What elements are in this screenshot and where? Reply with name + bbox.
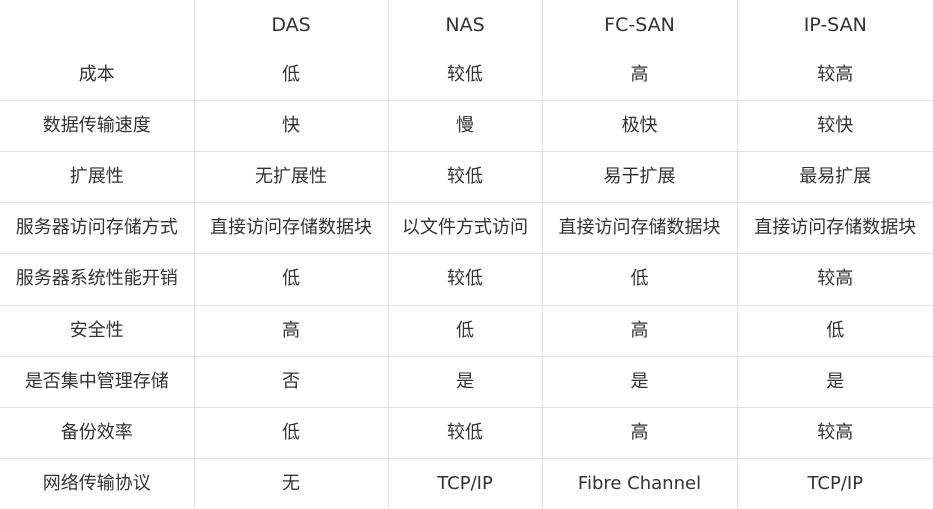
table-cell: Fibre Channel [542, 458, 738, 509]
table-row: 备份效率 低 较低 高 较高 [0, 407, 933, 459]
table-cell: 直接访问存储数据块 [194, 202, 389, 255]
table-row: 服务器访问存储方式 直接访问存储数据块 以文件方式访问 直接访问存储数据块 直接… [0, 202, 933, 255]
table-cell: 高 [542, 50, 738, 102]
table-row: 扩展性 无扩展性 较低 易于扩展 最易扩展 [0, 151, 933, 204]
table-cell: 是 [388, 356, 543, 408]
table-cell: 无 [194, 458, 389, 509]
table-cell: 较高 [737, 407, 933, 459]
table-cell: 低 [194, 253, 389, 306]
row-label: 服务器访问存储方式 [0, 202, 195, 255]
header-cell-ip-san: IP-SAN [803, 14, 867, 36]
table-cell: 否 [194, 356, 389, 408]
table-cell: 较高 [737, 253, 933, 306]
table-cell: 极快 [542, 100, 738, 153]
table-cell: 高 [542, 407, 738, 459]
table-cell: 较低 [388, 50, 543, 102]
row-label: 网络传输协议 [0, 458, 195, 509]
table-cell: 较低 [388, 253, 543, 306]
table-cell: 低 [737, 305, 933, 357]
table-cell: 低 [194, 407, 389, 459]
table-cell: 较高 [737, 50, 933, 102]
row-label: 成本 [0, 50, 195, 102]
table-row: 成本 低 较低 高 较高 [0, 50, 933, 102]
table-cell: 低 [388, 305, 543, 357]
table-cell: 低 [194, 50, 389, 102]
table-cell: 较快 [737, 100, 933, 153]
header-cell-fc-san: FC-SAN [542, 0, 738, 50]
table-cell: 快 [194, 100, 389, 153]
header-cell-corner [0, 0, 195, 50]
header-cell-nas: NAS [388, 0, 543, 50]
table-row: 数据传输速度 快 慢 极快 较快 [0, 100, 933, 153]
row-label: 扩展性 [0, 151, 195, 204]
table-cell: 是 [737, 356, 933, 408]
table-cell: 最易扩展 [737, 151, 933, 204]
row-label: 安全性 [0, 305, 195, 357]
table-row: 是否集中管理存储 否 是 是 是 [0, 356, 933, 408]
header-row: DAS NAS FC-SAN IP-SAN [0, 0, 933, 50]
comparison-table: DAS NAS FC-SAN IP-SAN 成本 低 较低 高 较高 数据传输速… [0, 0, 933, 509]
table-cell: 以文件方式访问 [388, 202, 543, 255]
table-row: 网络传输协议 无 TCP/IP Fibre Channel TCP/IP [0, 458, 933, 509]
row-label: 备份效率 [0, 407, 195, 459]
table-cell: 易于扩展 [542, 151, 738, 204]
table-cell: 高 [194, 305, 389, 357]
table-row: 安全性 高 低 高 低 [0, 305, 933, 357]
table-row: 服务器系统性能开销 低 较低 低 较高 [0, 253, 933, 306]
table-cell: 是 [542, 356, 738, 408]
table-cell: 无扩展性 [194, 151, 389, 204]
header-cell-das: DAS [194, 0, 389, 50]
table-cell: 较低 [388, 151, 543, 204]
table-cell: TCP/IP [807, 472, 864, 494]
table-cell: TCP/IP [388, 458, 543, 509]
table-cell: 直接访问存储数据块 [737, 202, 933, 255]
row-label: 服务器系统性能开销 [0, 253, 195, 306]
row-label: 数据传输速度 [0, 100, 195, 153]
table-cell: 慢 [388, 100, 543, 153]
table-cell: 较低 [388, 407, 543, 459]
table-cell: 高 [542, 305, 738, 357]
table-cell: 低 [542, 253, 738, 306]
row-label: 是否集中管理存储 [0, 356, 195, 408]
table-cell: 直接访问存储数据块 [542, 202, 738, 255]
